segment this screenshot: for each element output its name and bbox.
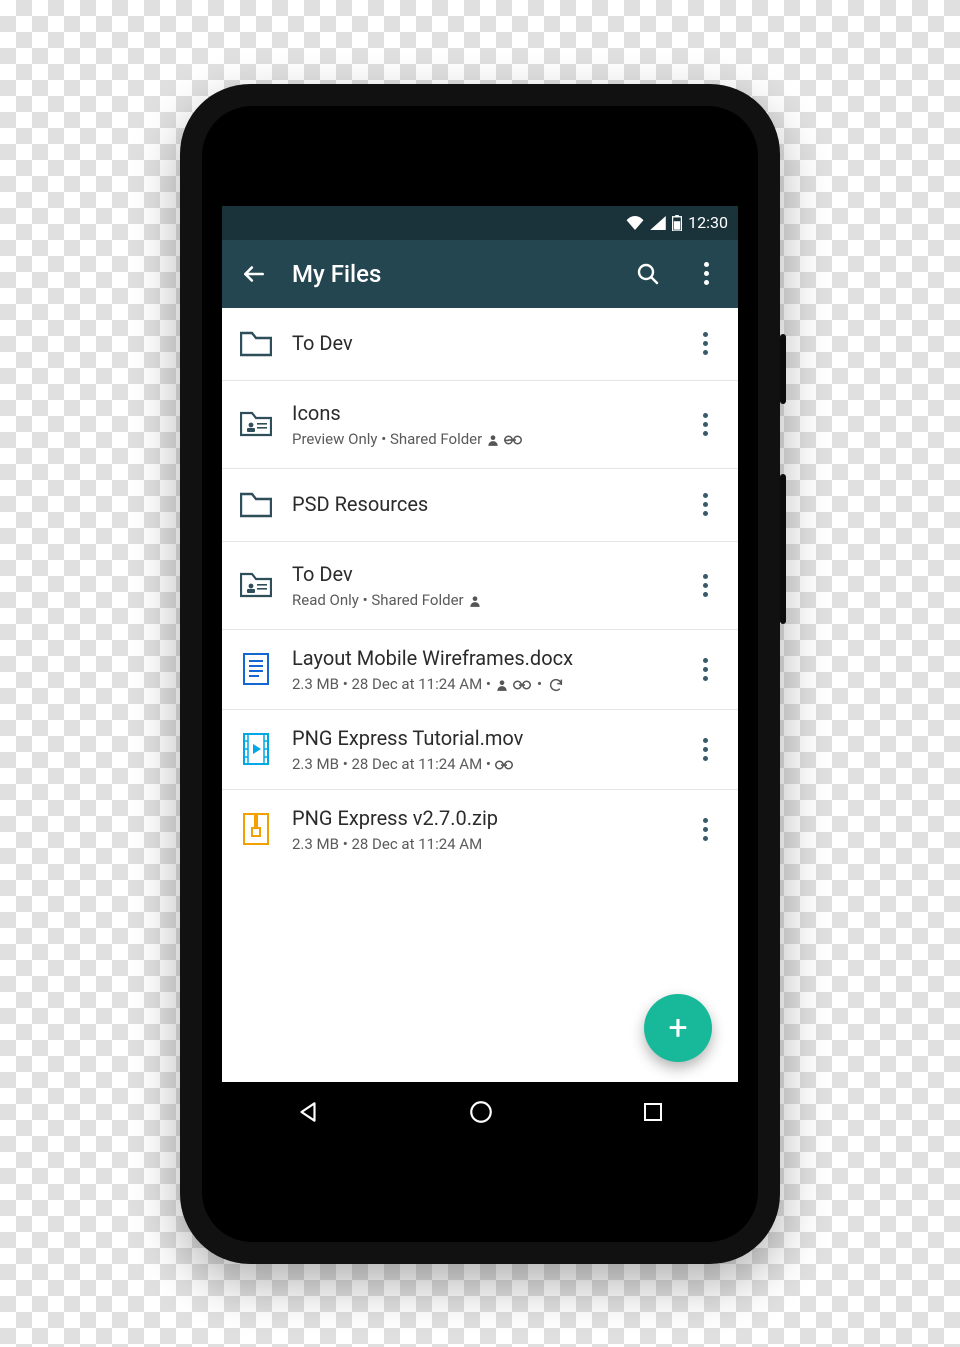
- item-name: Icons: [292, 401, 670, 426]
- item-meta: 2.3 MB • 28 Dec at 11:24 AM: [292, 835, 670, 853]
- item-overflow-button[interactable]: [690, 493, 720, 516]
- search-button[interactable]: [628, 254, 668, 294]
- android-nav-bar: [222, 1082, 738, 1142]
- shared-folder-icon: [240, 408, 272, 440]
- item-overflow-button[interactable]: [690, 818, 720, 841]
- person-icon: [486, 430, 500, 448]
- list-item[interactable]: PSD Resources: [222, 469, 738, 542]
- item-name: To Dev: [292, 331, 670, 356]
- battery-icon: [672, 215, 682, 231]
- list-item[interactable]: To Dev: [222, 308, 738, 381]
- sync-icon: [548, 675, 564, 693]
- item-name: PNG Express Tutorial.mov: [292, 726, 670, 751]
- item-overflow-button[interactable]: [690, 738, 720, 761]
- item-overflow-button[interactable]: [690, 332, 720, 355]
- person-icon: [468, 591, 482, 609]
- plus-icon: +: [668, 1008, 687, 1048]
- nav-home-button[interactable]: [468, 1099, 494, 1125]
- folder-icon: [240, 489, 272, 521]
- list-item[interactable]: PNG Express Tutorial.mov 2.3 MB • 28 Dec…: [222, 710, 738, 790]
- list-item[interactable]: PNG Express v2.7.0.zip 2.3 MB • 28 Dec a…: [222, 790, 738, 869]
- link-icon: [513, 675, 531, 693]
- item-name: To Dev: [292, 562, 670, 587]
- item-overflow-button[interactable]: [690, 574, 720, 597]
- app-bar: My Files: [222, 240, 738, 308]
- item-meta: 2.3 MB • 28 Dec at 11:24 AM • •: [292, 675, 670, 693]
- list-item[interactable]: To Dev Read Only • Shared Folder: [222, 542, 738, 630]
- nav-back-button[interactable]: [295, 1099, 321, 1125]
- screen: 12:30 My Files: [222, 206, 738, 1142]
- item-name: Layout Mobile Wireframes.docx: [292, 646, 670, 671]
- person-icon: [495, 675, 509, 693]
- clock: 12:30: [688, 213, 728, 232]
- volume-button: [780, 474, 786, 624]
- item-overflow-button[interactable]: [690, 658, 720, 681]
- item-meta: Read Only • Shared Folder: [292, 591, 670, 609]
- item-name: PSD Resources: [292, 492, 670, 517]
- list-item[interactable]: Icons Preview Only • Shared Folder: [222, 381, 738, 469]
- item-name: PNG Express v2.7.0.zip: [292, 806, 670, 831]
- cellular-icon: [650, 216, 666, 230]
- video-icon: [240, 733, 272, 765]
- link-icon: [504, 430, 522, 448]
- back-button[interactable]: [234, 254, 274, 294]
- device-frame: 12:30 My Files: [180, 84, 780, 1264]
- file-list: To Dev Icons Preview Only • Shared Folde…: [222, 308, 738, 1082]
- overflow-menu-button[interactable]: [686, 254, 726, 294]
- nav-recents-button[interactable]: [641, 1100, 665, 1124]
- shared-folder-icon: [240, 569, 272, 601]
- item-meta: 2.3 MB • 28 Dec at 11:24 AM •: [292, 755, 670, 773]
- item-overflow-button[interactable]: [690, 413, 720, 436]
- archive-icon: [240, 813, 272, 845]
- wifi-icon: [626, 216, 644, 230]
- power-button: [780, 334, 786, 404]
- page-title: My Files: [292, 260, 610, 288]
- list-item[interactable]: Layout Mobile Wireframes.docx 2.3 MB • 2…: [222, 630, 738, 710]
- folder-icon: [240, 328, 272, 360]
- status-bar: 12:30: [222, 206, 738, 240]
- link-icon: [495, 755, 513, 773]
- add-fab[interactable]: +: [644, 994, 712, 1062]
- item-meta: Preview Only • Shared Folder: [292, 430, 670, 448]
- document-icon: [240, 653, 272, 685]
